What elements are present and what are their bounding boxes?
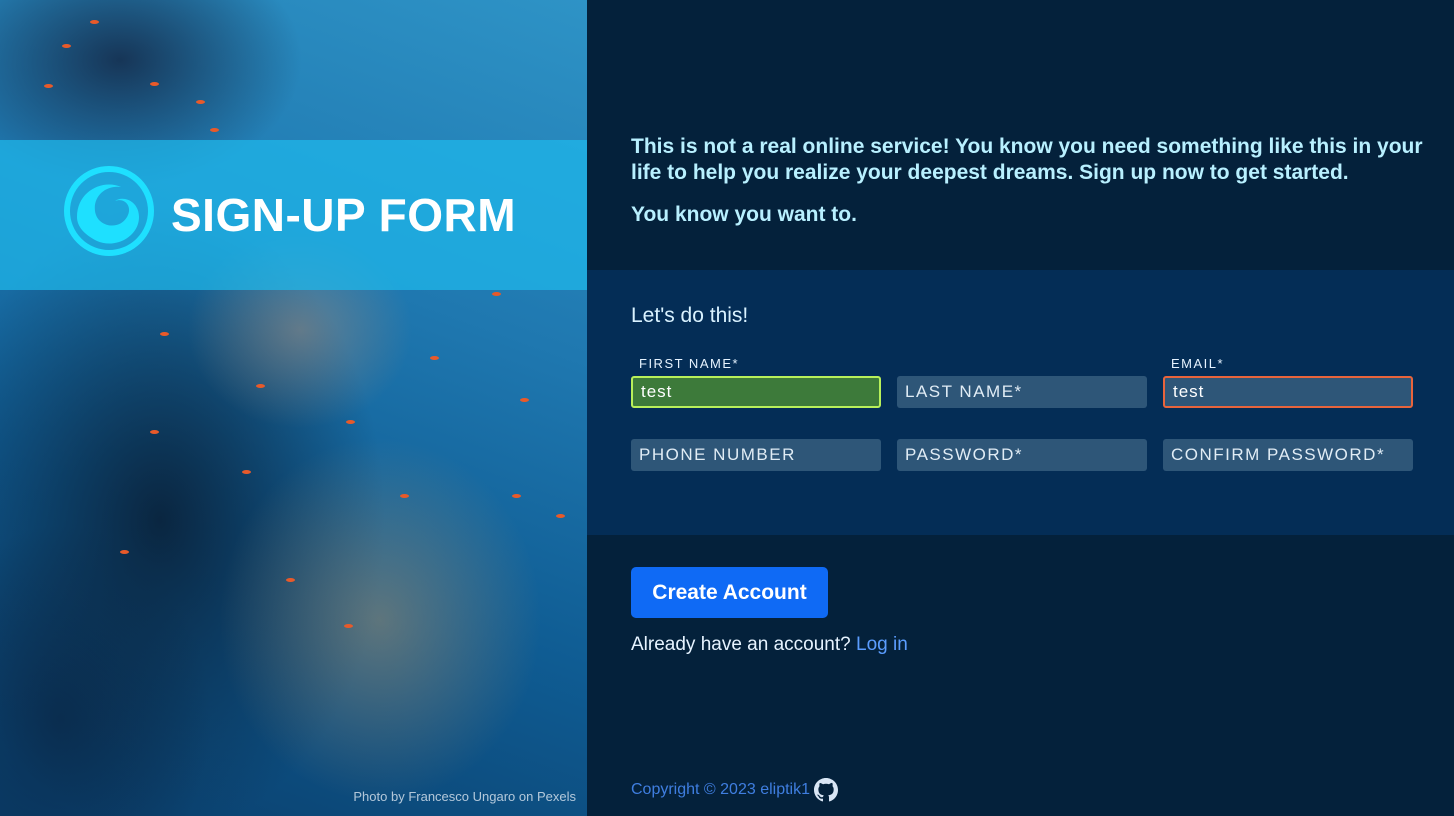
fish-decoration bbox=[196, 100, 205, 104]
last-name-input[interactable] bbox=[897, 376, 1147, 408]
title-banner: SIGN-UP FORM bbox=[0, 140, 587, 290]
last-name-field bbox=[897, 376, 1147, 408]
fish-decoration bbox=[430, 356, 439, 360]
fish-decoration bbox=[520, 398, 529, 402]
photo-credit-middle: on bbox=[515, 789, 537, 804]
password-input[interactable] bbox=[897, 439, 1147, 471]
fish-decoration bbox=[346, 420, 355, 424]
email-input[interactable] bbox=[1163, 376, 1413, 408]
form-heading: Let's do this! bbox=[631, 304, 749, 327]
copyright-link[interactable]: Copyright © 2023 eliptik1 bbox=[631, 781, 810, 799]
confirm-password-field bbox=[1163, 439, 1413, 471]
fish-decoration bbox=[62, 44, 71, 48]
fish-decoration bbox=[286, 578, 295, 582]
fish-decoration bbox=[400, 494, 409, 498]
login-prompt-text: Already have an account? bbox=[631, 634, 856, 655]
phone-input[interactable] bbox=[631, 439, 881, 471]
intro-text: This is not a real online service! You k… bbox=[631, 134, 1431, 228]
fish-decoration bbox=[556, 514, 565, 518]
photo-author-link[interactable]: Francesco Ungaro bbox=[408, 789, 515, 804]
first-name-input[interactable] bbox=[631, 376, 881, 408]
create-account-button[interactable]: Create Account bbox=[631, 567, 828, 618]
photo-credit: Photo by Francesco Ungaro on Pexels bbox=[353, 789, 576, 804]
first-name-label: FIRST NAME* bbox=[639, 356, 740, 371]
fish-decoration bbox=[150, 82, 159, 86]
wave-swirl-logo-icon bbox=[64, 166, 154, 256]
hero-image-panel: SIGN-UP FORM Photo by Francesco Ungaro o… bbox=[0, 0, 587, 816]
fish-decoration bbox=[160, 332, 169, 336]
intro-paragraph: This is not a real online service! You k… bbox=[631, 135, 1423, 184]
password-field bbox=[897, 439, 1147, 471]
github-icon[interactable] bbox=[814, 778, 838, 802]
footer: Copyright © 2023 eliptik1 bbox=[631, 778, 838, 802]
login-link[interactable]: Log in bbox=[856, 634, 908, 655]
login-prompt: Already have an account? Log in bbox=[631, 634, 908, 656]
fish-decoration bbox=[256, 384, 265, 388]
email-label: EMAIL* bbox=[1171, 356, 1225, 371]
fish-decoration bbox=[90, 20, 99, 24]
confirm-password-input[interactable] bbox=[1163, 439, 1413, 471]
signup-panel: This is not a real online service! You k… bbox=[587, 0, 1454, 816]
fish-decoration bbox=[150, 430, 159, 434]
fish-decoration bbox=[344, 624, 353, 628]
phone-field bbox=[631, 439, 881, 471]
intro-tagline: You know you want to. bbox=[631, 203, 857, 226]
photo-source-link[interactable]: Pexels bbox=[537, 789, 576, 804]
fish-decoration bbox=[44, 84, 53, 88]
fish-decoration bbox=[120, 550, 129, 554]
banner-title: SIGN-UP FORM bbox=[171, 189, 517, 241]
photo-credit-prefix: Photo by bbox=[353, 789, 409, 804]
fish-decoration bbox=[242, 470, 251, 474]
email-field: EMAIL* bbox=[1163, 356, 1413, 408]
fish-decoration bbox=[210, 128, 219, 132]
fish-decoration bbox=[492, 292, 501, 296]
signup-form: Let's do this! FIRST NAME* EMAIL* bbox=[587, 270, 1454, 535]
fish-decoration bbox=[512, 494, 521, 498]
first-name-field: FIRST NAME* bbox=[631, 356, 881, 408]
